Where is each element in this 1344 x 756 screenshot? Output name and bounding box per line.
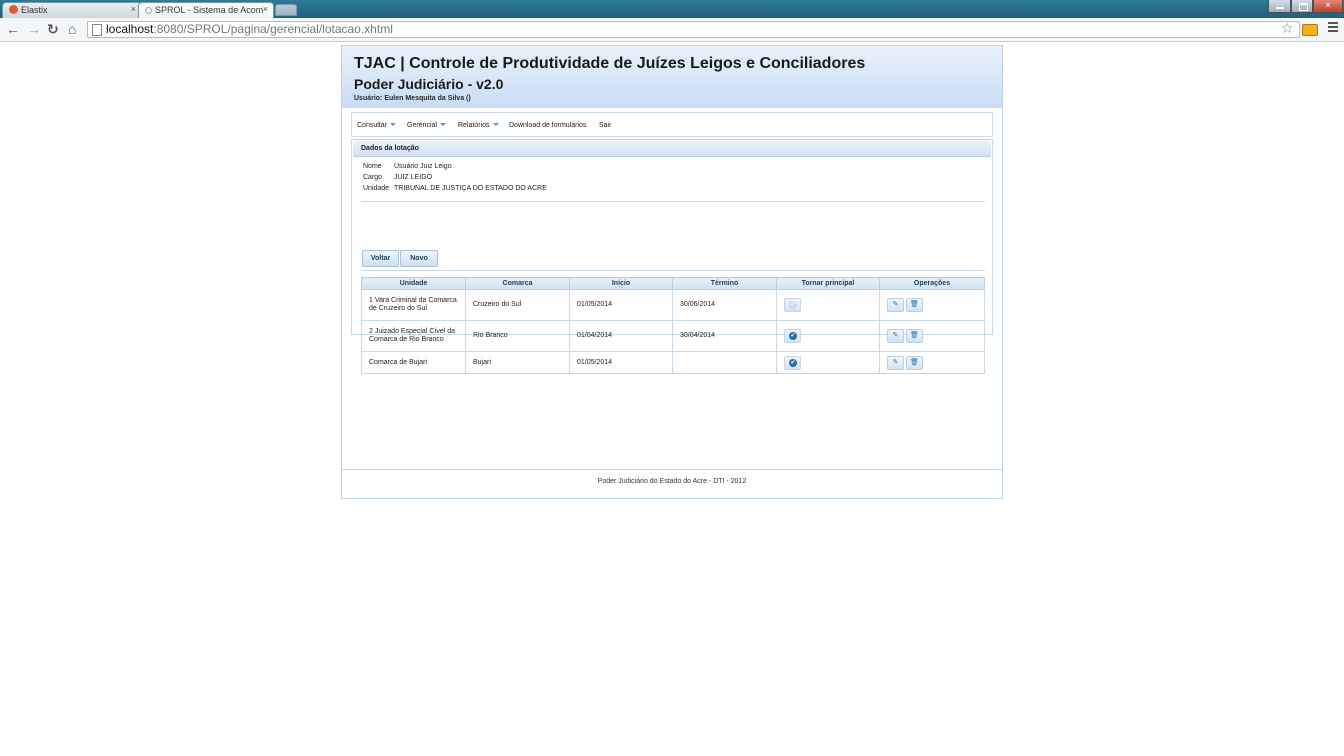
cell-principal: ✔	[776, 289, 880, 321]
col-inicio: Início	[569, 277, 673, 290]
user-info: Usuário: Eulen Mesquita da Silva ()	[354, 95, 471, 102]
novo-button[interactable]: Novo	[400, 250, 438, 267]
cell-unidade: 2 Juizado Especial Cível da Comarca de R…	[361, 320, 466, 352]
pencil-icon: ✎	[892, 358, 899, 366]
voltar-button[interactable]: Voltar	[362, 250, 399, 267]
divider	[361, 201, 985, 202]
new-tab-button[interactable]	[275, 4, 297, 16]
app-subtitle: Poder Judiciário - v2.0	[354, 76, 504, 92]
edit-button[interactable]: ✎	[887, 329, 904, 343]
cell-comarca: Bujari	[465, 351, 570, 374]
cell-principal: ✔	[776, 351, 880, 374]
bookmark-star-icon[interactable]: ☆	[1281, 20, 1294, 37]
cell-operacoes: ✎ 🗑	[879, 320, 985, 352]
reload-icon[interactable]: ↻	[47, 21, 59, 37]
chevron-down-icon	[492, 123, 499, 126]
cell-termino	[672, 351, 777, 374]
panel-title: Dados da lotação	[353, 141, 991, 157]
menu-sair[interactable]: Sair	[599, 122, 611, 129]
address-bar[interactable]: localhost:8080/SPROL/pagina/gerencial/lo…	[87, 21, 1300, 38]
lotacao-table: Unidade Comarca Início Término Tornar pr…	[361, 277, 985, 374]
info-cargo: Cargo JUIZ LEIGO	[363, 174, 433, 181]
cell-inicio: 01/05/2014	[569, 351, 673, 374]
menu-consultar[interactable]: Consultar	[357, 122, 396, 129]
col-unidade: Unidade	[361, 277, 466, 290]
menu-relatorios[interactable]: Relatórios	[458, 122, 499, 129]
trash-icon: 🗑	[910, 301, 919, 308]
page-icon	[92, 24, 102, 36]
delete-button[interactable]: 🗑	[906, 298, 923, 312]
cell-unidade: Comarca de Bujari	[361, 351, 466, 374]
tab-sprol[interactable]: SPROL - Sistema de Acom ×	[138, 2, 274, 18]
info-nome: Nome Usuário Juiz Leigo	[363, 163, 452, 170]
col-operacoes: Operações	[879, 277, 985, 290]
cell-inicio: 01/05/2014	[569, 289, 673, 321]
menu-gerencial[interactable]: Gerencial	[407, 122, 446, 129]
maximize-button[interactable]	[1291, 0, 1313, 13]
check-icon: ✔	[789, 332, 797, 340]
table-row: Comarca de Bujari Bujari 01/05/2014 ✔ ✎ 🗑	[361, 351, 985, 374]
page-footer: Poder Judiciário do Estado do Acre - DTI…	[342, 469, 1002, 499]
close-tab-icon[interactable]: ×	[263, 4, 268, 14]
table-header: Unidade Comarca Início Término Tornar pr…	[361, 277, 985, 290]
cell-comarca: Cruzeiro do Sul	[465, 289, 570, 321]
pencil-icon: ✎	[892, 301, 899, 308]
back-icon[interactable]: ←	[6, 21, 20, 37]
delete-button[interactable]: 🗑	[906, 329, 923, 343]
minimize-button[interactable]	[1268, 0, 1291, 13]
col-termino: Término	[672, 277, 777, 290]
close-tab-icon[interactable]: ×	[131, 4, 136, 14]
cell-termino: 30/04/2014	[672, 320, 777, 352]
chevron-down-icon	[439, 123, 446, 126]
lotacao-panel: Dados da lotação Nome Usuário Juiz Leigo …	[351, 139, 993, 374]
extension-icon[interactable]	[1302, 24, 1318, 36]
check-icon: ✔	[789, 358, 797, 367]
close-window-button[interactable]: ×	[1313, 0, 1343, 13]
app-header: TJAC | Controle de Produtividade de Juíz…	[342, 46, 1002, 108]
col-tornar-principal: Tornar principal	[776, 277, 880, 290]
cell-unidade: 1 Vara Criminal da Comarca de Cruzeiro d…	[361, 289, 466, 321]
divider	[361, 270, 985, 271]
trash-icon: 🗑	[910, 358, 919, 366]
tab-elastix[interactable]: Elastix ×	[2, 2, 142, 18]
table-row: 2 Juizado Especial Cível da Comarca de R…	[361, 320, 985, 352]
cell-operacoes: ✎ 🗑	[879, 289, 985, 321]
browser-toolbar: ← → ↻ ⌂ localhost:8080/SPROL/pagina/gere…	[0, 18, 1344, 42]
trash-icon: 🗑	[910, 332, 919, 339]
page-icon	[145, 7, 152, 14]
app-title: TJAC | Controle de Produtividade de Juíz…	[354, 55, 866, 72]
info-unidade: Unidade TRIBUNAL DE JUSTIÇA DO ESTADO DO …	[363, 185, 547, 192]
cell-termino: 30/06/2014	[672, 289, 777, 321]
check-icon: ✔	[789, 301, 797, 309]
set-principal-button[interactable]: ✔	[784, 329, 801, 343]
menu-download-formularios[interactable]: Download de formulários	[509, 122, 586, 129]
app-page: TJAC | Controle de Produtividade de Juíz…	[341, 45, 1003, 499]
chevron-down-icon	[389, 123, 396, 126]
cell-principal: ✔	[776, 320, 880, 352]
table-row: 1 Vara Criminal da Comarca de Cruzeiro d…	[361, 289, 985, 321]
browser-menu-icon[interactable]	[1328, 22, 1338, 34]
window-titlebar: Elastix × SPROL - Sistema de Acom × ×	[0, 0, 1344, 18]
main-menu: Consultar Gerencial Relatórios Download …	[351, 112, 993, 137]
col-comarca: Comarca	[465, 277, 570, 290]
delete-button[interactable]: 🗑	[906, 355, 923, 370]
pencil-icon: ✎	[892, 332, 899, 339]
cell-inicio: 01/04/2014	[569, 320, 673, 352]
edit-button[interactable]: ✎	[887, 298, 904, 312]
set-principal-button[interactable]: ✔	[784, 355, 801, 370]
cell-comarca: Rio Branco	[465, 320, 570, 352]
forward-icon[interactable]: →	[27, 21, 41, 37]
elastix-icon	[9, 5, 18, 14]
cell-operacoes: ✎ 🗑	[879, 351, 985, 374]
edit-button[interactable]: ✎	[887, 355, 904, 370]
set-principal-button[interactable]: ✔	[784, 298, 801, 312]
home-icon[interactable]: ⌂	[68, 21, 76, 37]
